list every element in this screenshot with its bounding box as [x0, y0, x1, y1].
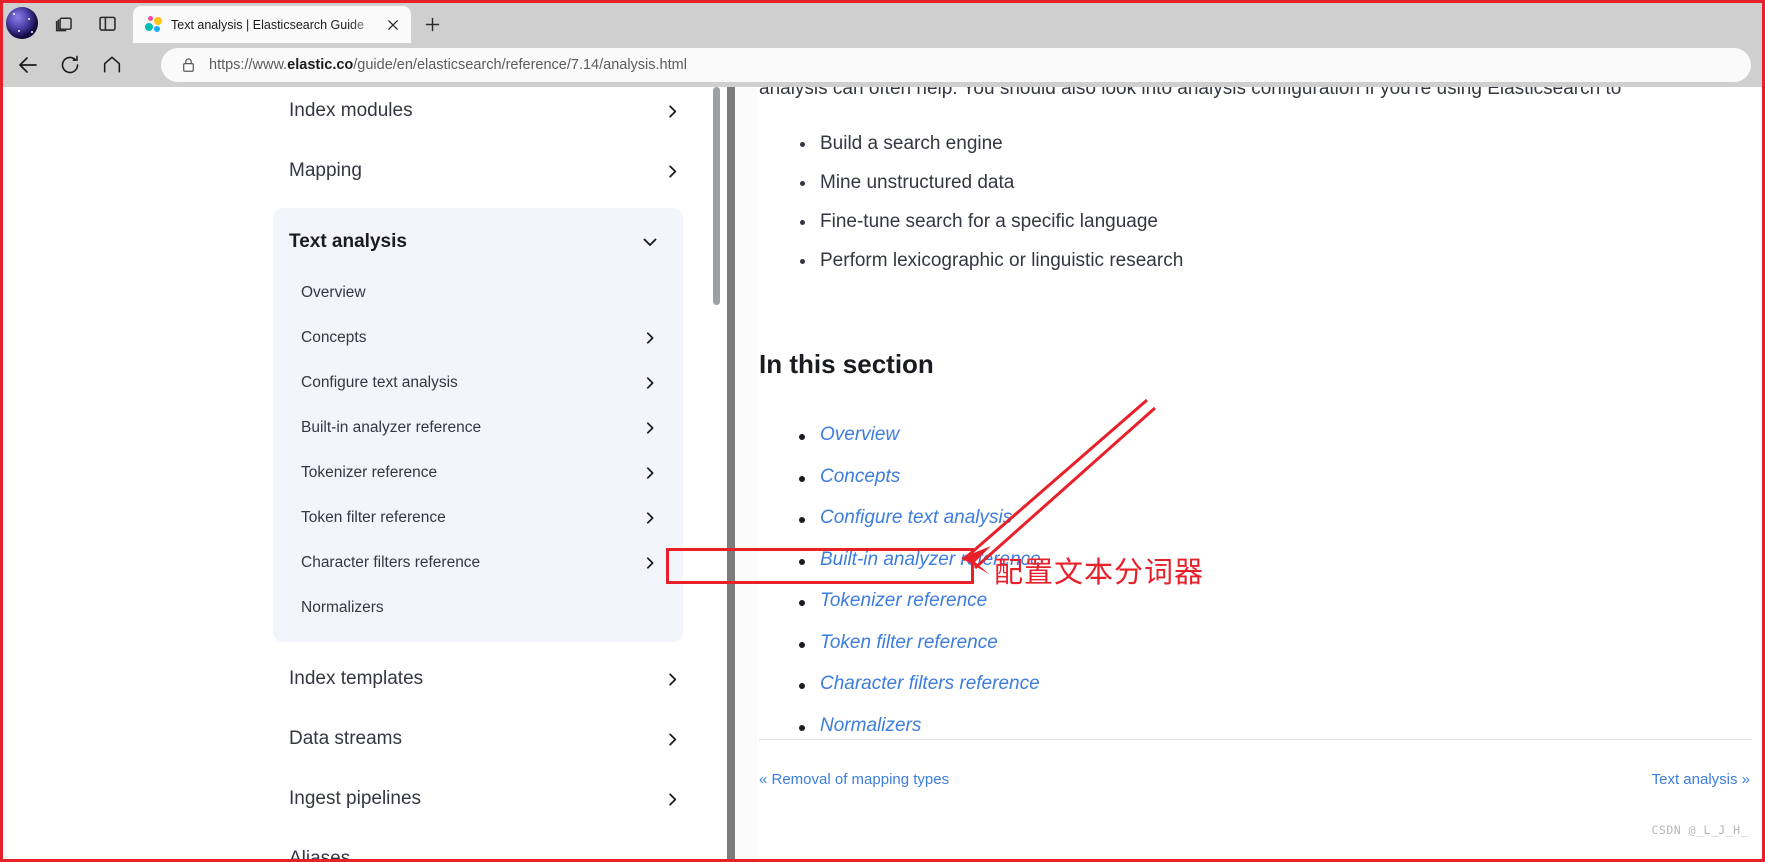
section-link-configure-text-analysis[interactable]: Configure text analysis	[820, 507, 1012, 528]
list-item: Token filter reference	[797, 632, 1041, 657]
section-link-normalizers[interactable]: Normalizers	[820, 715, 921, 736]
sidebar-item-configure-text-analysis[interactable]: Configure text analysis	[273, 360, 683, 405]
tab-groups-icon[interactable]	[49, 9, 79, 37]
sidebar-item-label: Token filter reference	[301, 508, 446, 526]
browser-chrome: Text analysis | Elasticsearch Guide http…	[3, 3, 1762, 87]
close-icon[interactable]	[383, 15, 403, 35]
sidebar-item-label: Tokenizer reference	[301, 463, 438, 481]
chevron-right-icon[interactable]	[639, 331, 661, 345]
chevron-down-icon[interactable]	[639, 234, 661, 250]
chevron-right-icon[interactable]	[661, 164, 683, 179]
sidebar-item-index-modules[interactable]: Index modules	[3, 87, 719, 141]
sidebar-group-text-analysis: Text analysis Overview Concepts Configur…	[273, 208, 683, 642]
url-text: https://www.elastic.co/guide/en/elastics…	[209, 57, 687, 73]
sidebar-item-character-filters-reference[interactable]: Character filters reference	[273, 540, 683, 585]
chevron-right-icon[interactable]	[639, 421, 661, 435]
sidebar-item-data-streams[interactable]: Data streams	[3, 709, 719, 769]
chevron-right-icon[interactable]	[639, 556, 661, 570]
sidebar-item-label: Mapping	[289, 160, 362, 181]
watermark: CSDN @_L_J_H_	[1651, 823, 1748, 837]
sidebar-item-concepts[interactable]: Concepts	[273, 315, 683, 360]
section-link-character-filters-reference[interactable]: Character filters reference	[820, 673, 1040, 694]
article-footer-nav: « Removal of mapping types Text analysis…	[759, 771, 1750, 788]
section-link-concepts[interactable]: Concepts	[820, 466, 900, 487]
list-item: Perform lexicographic or linguistic rese…	[797, 250, 1183, 272]
chevron-right-icon[interactable]	[661, 732, 683, 747]
sidebar-item-mapping[interactable]: Mapping	[3, 141, 719, 201]
page-viewport: Index modules Mapping Text analysis Over…	[3, 87, 1762, 859]
reload-button[interactable]	[49, 48, 91, 82]
chevron-right-icon[interactable]	[639, 376, 661, 390]
chevron-right-icon[interactable]	[639, 466, 661, 480]
footer-divider	[759, 739, 1752, 740]
elastic-logo-icon	[145, 16, 162, 33]
section-link-tokenizer-reference[interactable]: Tokenizer reference	[820, 590, 987, 611]
chevron-right-icon[interactable]	[639, 511, 661, 525]
sidebar-group-title: Text analysis	[289, 231, 407, 252]
sidebar-item-label: Character filters reference	[301, 553, 481, 571]
address-bar[interactable]: https://www.elastic.co/guide/en/elastics…	[161, 48, 1751, 82]
section-heading: In this section	[759, 349, 934, 379]
sidebar-item-built-in-analyzer-reference[interactable]: Built-in analyzer reference	[273, 405, 683, 450]
sidebar-item-tokenizer-reference[interactable]: Tokenizer reference	[273, 450, 683, 495]
home-button[interactable]	[91, 48, 133, 82]
sidebar-item-aliases[interactable]: Aliases	[3, 829, 719, 859]
list-item: Character filters reference	[797, 673, 1041, 698]
list-item: Fine-tune search for a specific language	[797, 211, 1183, 233]
section-link-token-filter-reference[interactable]: Token filter reference	[820, 632, 998, 653]
sidebar-item-label: Built-in analyzer reference	[301, 418, 482, 436]
sidebar-group-header-text-analysis[interactable]: Text analysis	[273, 214, 683, 270]
list-item: Overview	[797, 424, 1041, 449]
tab-strip: Text analysis | Elasticsearch Guide	[3, 3, 1762, 43]
sidebar-item-label: Ingest pipelines	[289, 788, 422, 809]
sidebar-item-label: Index templates	[289, 668, 424, 689]
chevron-right-icon[interactable]	[661, 104, 683, 119]
content-gutter	[735, 87, 757, 859]
lock-icon	[175, 57, 201, 73]
list-item: Configure text analysis	[797, 507, 1041, 532]
sidebar-item-token-filter-reference[interactable]: Token filter reference	[273, 495, 683, 540]
sidebar-item-label: Normalizers	[301, 598, 384, 616]
annotation-text: 配置文本分词器	[994, 555, 1205, 589]
new-tab-button[interactable]	[418, 10, 446, 38]
page-scrollbar[interactable]	[713, 87, 720, 859]
annotation-highlight-box	[666, 548, 974, 584]
sidebar-item-label: Aliases	[289, 848, 351, 859]
tab-title: Text analysis | Elasticsearch Guide	[171, 17, 364, 32]
layout-divider	[727, 87, 735, 859]
list-item: Mine unstructured data	[797, 172, 1183, 194]
article-content: analysis can often help. You should also…	[757, 87, 1762, 859]
screenshot-frame: Text analysis | Elasticsearch Guide http…	[0, 0, 1765, 862]
footer-next-link[interactable]: Text analysis »	[1652, 771, 1750, 788]
use-case-list: Build a search engine Mine unstructured …	[797, 133, 1183, 289]
clipped-paragraph: analysis can often help. You should also…	[759, 87, 1622, 99]
sidebar-item-label: Configure text analysis	[301, 373, 458, 391]
browser-toolbar: https://www.elastic.co/guide/en/elastics…	[3, 43, 1762, 87]
profile-avatar-icon[interactable]	[6, 7, 38, 39]
sidebar-item-label: Concepts	[301, 328, 367, 346]
sidebar-item-label: Data streams	[289, 728, 402, 749]
sidebar-item-ingest-pipelines[interactable]: Ingest pipelines	[3, 769, 719, 829]
footer-prev-link[interactable]: « Removal of mapping types	[759, 771, 949, 788]
chevron-right-icon[interactable]	[661, 672, 683, 687]
sidebar-item-normalizers[interactable]: Normalizers	[273, 585, 683, 630]
sidebar-item-label: Index modules	[289, 100, 413, 121]
section-link-overview[interactable]: Overview	[820, 424, 899, 445]
browser-tab[interactable]: Text analysis | Elasticsearch Guide	[133, 6, 411, 43]
list-item: Normalizers	[797, 715, 1041, 740]
split-pane-icon[interactable]	[92, 9, 122, 37]
back-button[interactable]	[7, 48, 49, 82]
list-item: Tokenizer reference	[797, 590, 1041, 615]
sidebar-item-overview[interactable]: Overview	[273, 270, 683, 315]
list-item: Build a search engine	[797, 133, 1183, 155]
sidebar-item-label: Overview	[301, 283, 366, 301]
chevron-right-icon[interactable]	[661, 792, 683, 807]
sidebar-item-index-templates[interactable]: Index templates	[3, 649, 719, 709]
list-item: Concepts	[797, 466, 1041, 491]
docs-sidebar-nav: Index modules Mapping Text analysis Over…	[3, 87, 720, 859]
scrollbar-thumb[interactable]	[713, 87, 720, 305]
